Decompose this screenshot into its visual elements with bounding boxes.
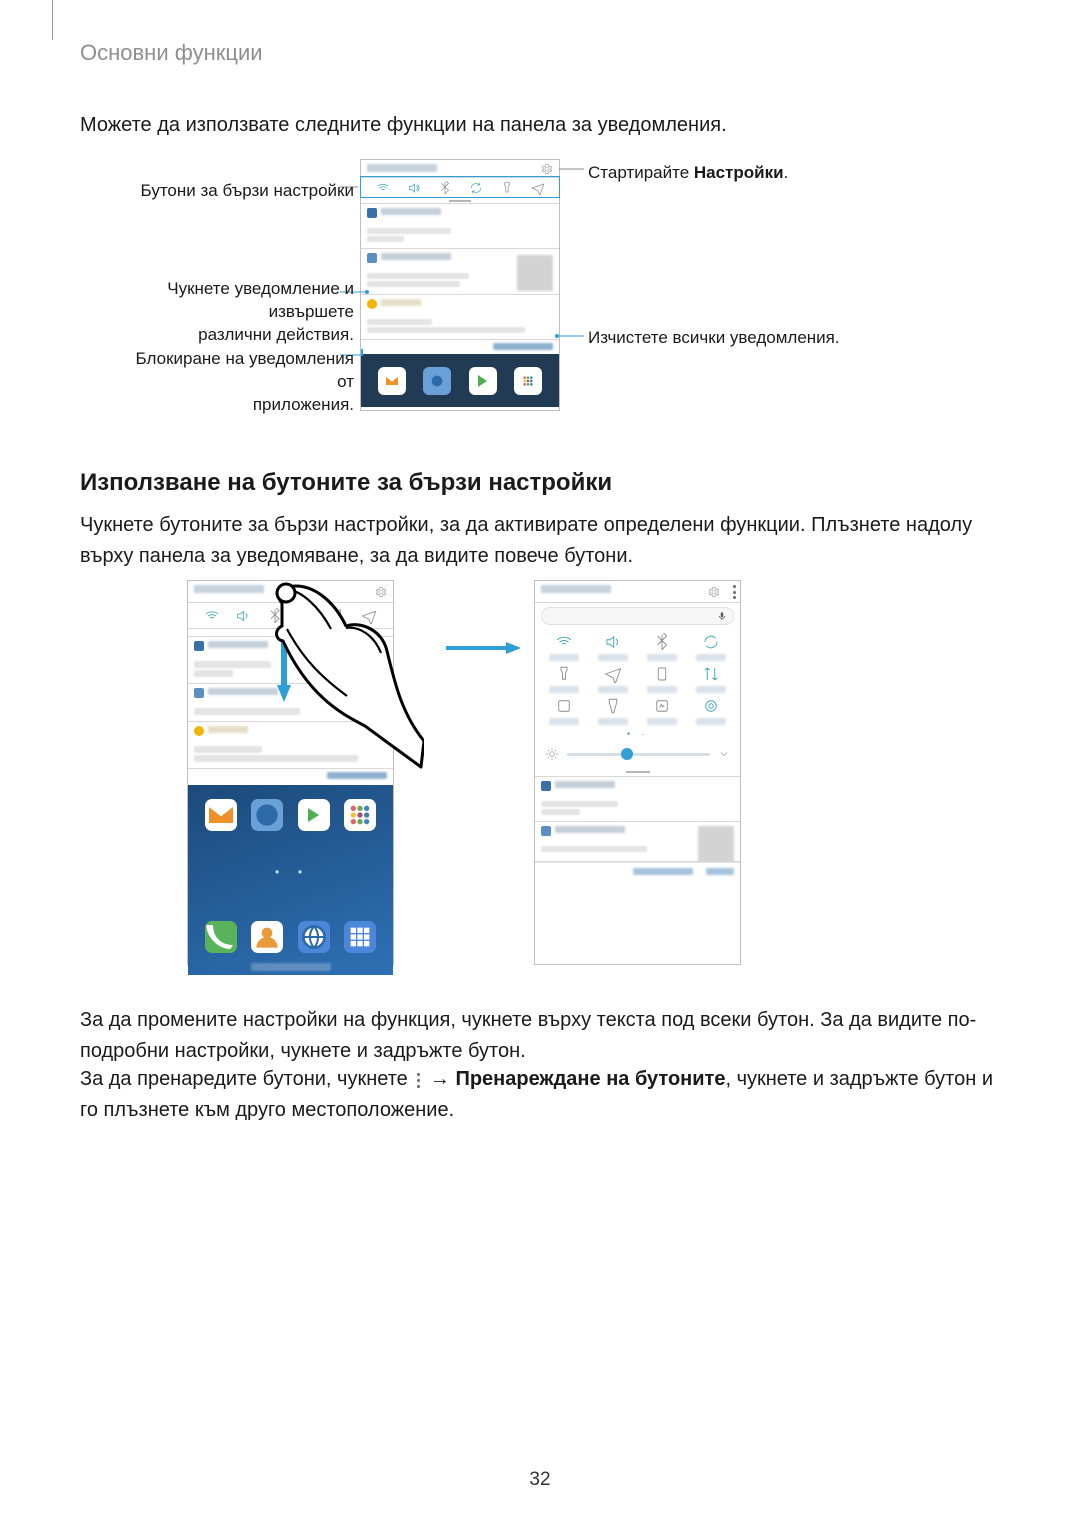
wifi-icon [376,181,390,195]
search-bar [541,607,734,625]
more-icon [733,585,736,599]
clear-notifications-strip [188,769,393,785]
callout-tap-notification: Чукнете уведомление и извършете различни… [104,278,354,347]
sound-icon [604,633,622,651]
status-bar [361,160,559,178]
hotspot-icon [653,665,671,683]
notification-item [361,249,559,295]
callout-quick-settings-buttons: Бутони за бързи настройки [141,180,354,203]
phone-mockup-after: • · [534,580,741,965]
airplane-icon [531,181,545,195]
browser-app-icon [423,367,451,395]
flashlight-icon [330,608,346,624]
page-header: Основни функции [80,40,263,66]
brightness-icon [545,747,559,761]
brightness-slider [535,741,740,767]
phone-mockup-panel [360,159,560,411]
data-icon [702,665,720,683]
intro-text: Можете да използвате следните функции на… [80,110,1000,141]
notification-item [188,722,393,769]
page-indicator: • · [535,729,740,741]
gear-icon [708,586,720,598]
notification-item [361,295,559,340]
callout-clear-all: Изчистете всички уведомления. [588,327,908,350]
sound-icon [407,181,421,195]
airplane-icon [604,665,622,683]
rotation-icon [469,181,483,195]
clear-notifications-strip [535,862,740,880]
notification-item [535,777,740,822]
drag-handle [535,767,740,777]
location-icon [702,697,720,715]
browser-app-icon [251,799,283,831]
callout-block-notifications: Блокиране на уведомления от приложения. [114,348,354,417]
gear-icon [541,163,553,175]
rotation-icon [298,608,314,624]
bluetooth-icon [438,181,452,195]
wifi-icon [555,633,573,651]
transition-arrow-icon [446,642,521,654]
apps-grid-icon [344,799,376,831]
clear-notifications-strip [361,340,559,354]
gear-icon [375,586,387,598]
callout-launch-settings: Стартирайте Настройки. [588,162,788,185]
more-icon [416,1072,421,1088]
bluetooth-icon [653,633,671,651]
notification-item [535,822,740,862]
mic-icon [717,610,727,622]
reorder-buttons-paragraph: За да пренаредите бутони, чукнете → Прен… [80,1064,1000,1126]
chevron-down-icon [718,748,730,760]
performance-icon [653,697,671,715]
swipe-down-arrow-icon [277,617,291,702]
power-saving-icon [604,697,622,715]
swipe-down-diagram: • • [0,580,1080,980]
home-screen: • • [188,785,393,975]
notification-panel-diagram: Бутони за бързи настройки Стартирайте На… [0,159,1080,449]
airplane-icon [361,608,377,624]
flashlight-icon [555,665,573,683]
mail-app-icon [205,799,237,831]
dock [361,354,559,407]
status-bar [188,581,393,603]
quick-settings-row [361,178,559,198]
bluelight-icon [555,697,573,715]
apps-drawer-icon [344,921,376,953]
browser-app-icon [298,921,330,953]
wifi-icon [204,608,220,624]
phone-app-icon [205,921,237,953]
change-settings-paragraph: За да промените настройки на функция, чу… [80,1005,1000,1067]
status-bar [535,581,740,603]
dock [188,921,393,953]
flashlight-icon [500,181,514,195]
apps-grid-icon [514,367,542,395]
section-paragraph: Чукнете бутоните за бързи настройки, за … [80,510,1000,572]
sound-icon [235,608,251,624]
rotation-icon [702,633,720,651]
play-store-icon [469,367,497,395]
mail-app-icon [378,367,406,395]
contacts-app-icon [251,921,283,953]
section-heading: Използване на бутоните за бързи настройк… [80,469,612,497]
play-store-icon [298,799,330,831]
notification-item [361,204,559,249]
quick-settings-grid [535,627,740,725]
page-number: 32 [0,1469,1080,1491]
